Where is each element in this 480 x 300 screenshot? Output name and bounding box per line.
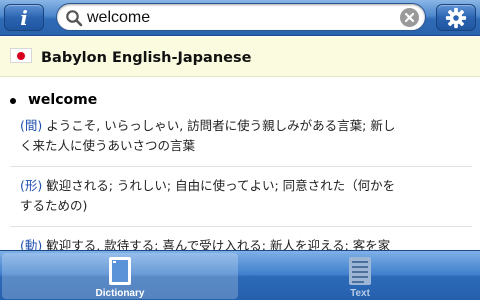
tab-dictionary[interactable]: Dictionary (0, 251, 240, 300)
part-of-speech: (間) (20, 118, 43, 133)
gear-icon (445, 7, 467, 28)
settings-button[interactable] (436, 4, 476, 31)
sense-text: するための) (20, 198, 88, 213)
sense-adjective: (形) 歓迎される; うれしい; 自由に使ってよい; 同意された（何かを するた… (20, 176, 460, 216)
dictionary-tab-icon (109, 257, 131, 285)
search-icon (66, 10, 83, 27)
part-of-speech: (動) (20, 238, 43, 250)
tab-label: Text (350, 288, 370, 299)
divider (10, 226, 472, 227)
sense-text: ようこそ, いらっしゃい, 訪問者に使う親しみがある言葉; 新し (46, 118, 396, 133)
clear-icon[interactable] (400, 8, 419, 27)
headword: welcome (28, 92, 98, 108)
entry-content[interactable]: welcome (間) ようこそ, いらっしゃい, 訪問者に使う親しみがある言葉… (0, 78, 480, 250)
text-tab-icon (349, 257, 371, 285)
sense-text: 歓迎する, 款待する; 喜んで受け入れる; 新人を迎える; 客を家 (46, 238, 391, 250)
sense-verb: (動) 歓迎する, 款待する; 喜んで受け入れる; 新人を迎える; 客を家 (20, 236, 460, 250)
japan-flag-icon (10, 48, 32, 63)
search-field[interactable]: welcome (56, 3, 426, 31)
bullet-icon (10, 98, 16, 104)
sense-text: く来た人に使うあいさつの言葉 (20, 138, 196, 153)
dictionary-title: Babylon English-Japanese (41, 50, 252, 66)
top-toolbar: i welcome (0, 0, 480, 36)
search-input[interactable]: welcome (87, 4, 150, 32)
tab-bar: Dictionary Text (0, 250, 480, 300)
tab-text[interactable]: Text (240, 251, 480, 300)
part-of-speech: (形) (20, 178, 43, 193)
dictionary-header[interactable]: Babylon English-Japanese (0, 37, 480, 77)
sense-text: 歓迎される; うれしい; 自由に使ってよい; 同意された（何かを (46, 178, 396, 193)
info-button[interactable]: i (4, 4, 44, 31)
info-icon: i (20, 5, 28, 30)
tab-label: Dictionary (95, 288, 145, 299)
divider (10, 166, 472, 167)
sense-interjection: (間) ようこそ, いらっしゃい, 訪問者に使う親しみがある言葉; 新し く来た… (20, 116, 460, 156)
